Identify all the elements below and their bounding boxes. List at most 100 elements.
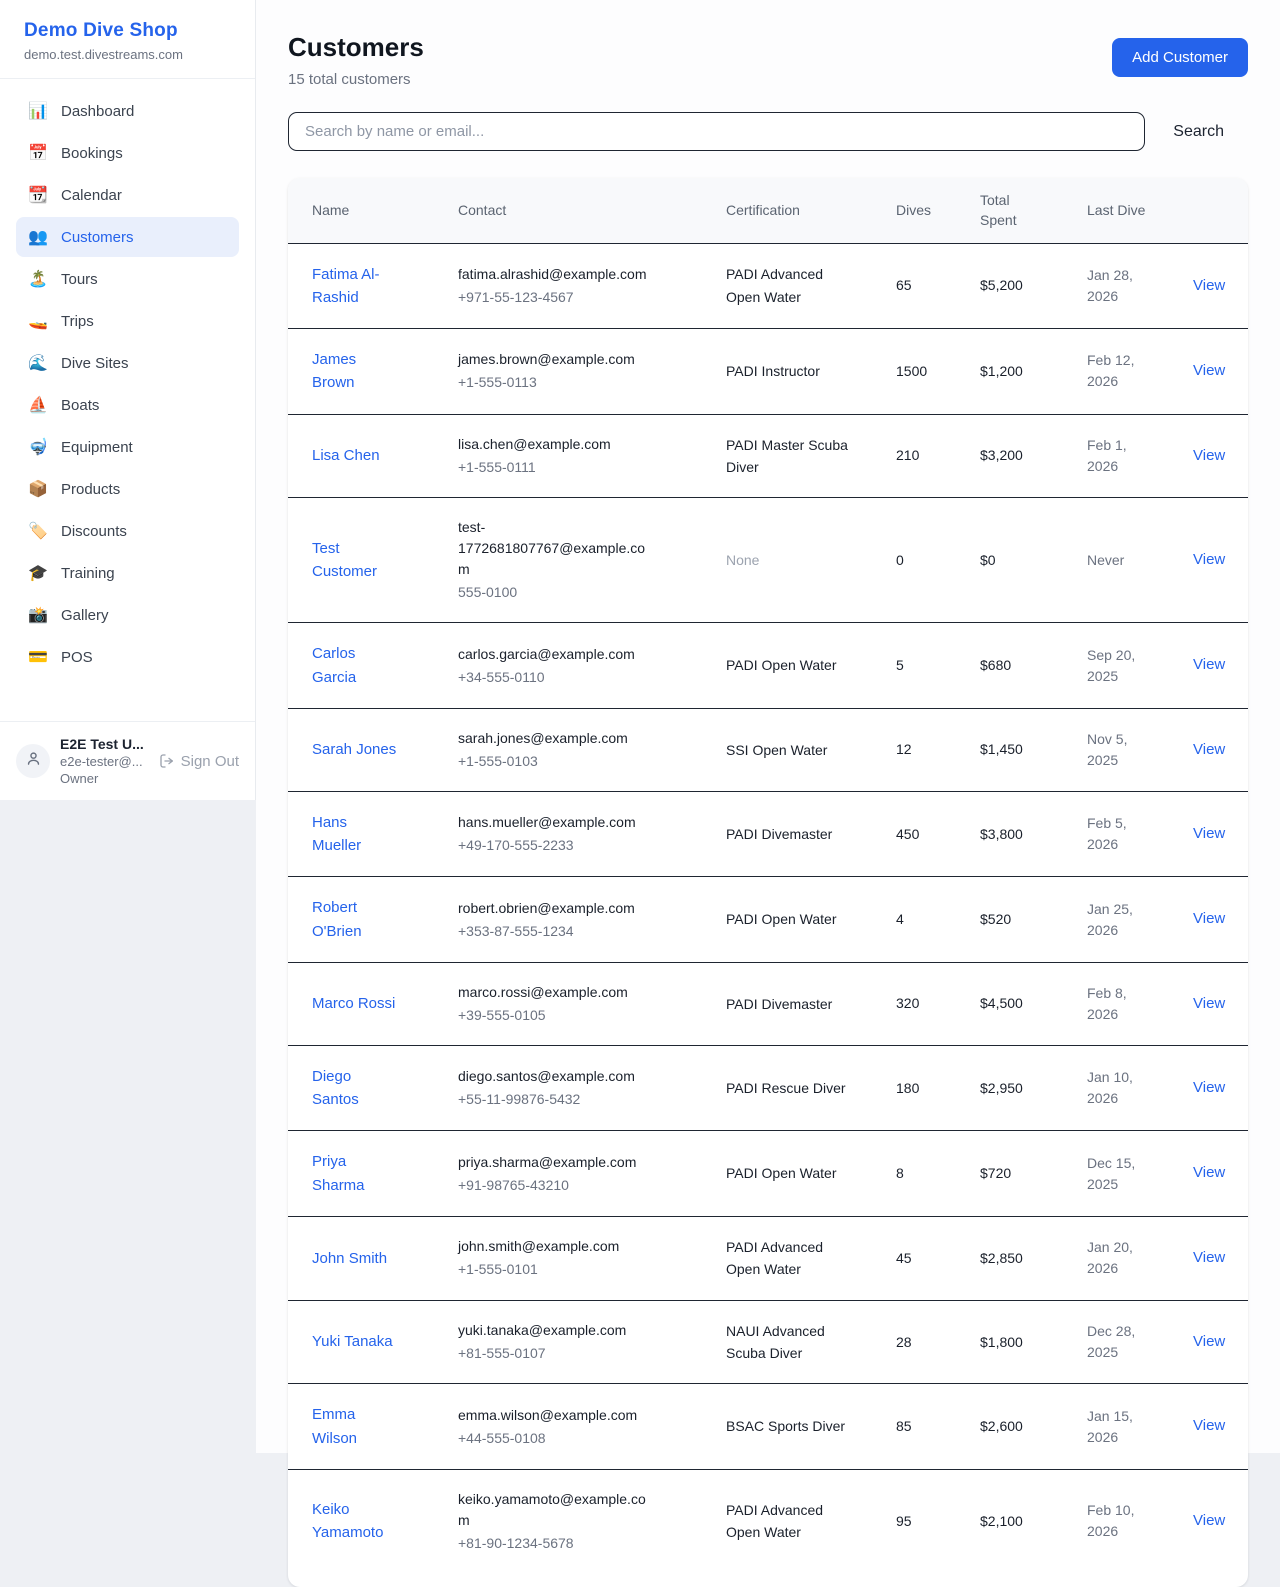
customer-name-link[interactable]: Marco Rossi [312, 992, 395, 1015]
search-button[interactable]: Search [1145, 123, 1248, 141]
customer-phone: 555-0100 [458, 582, 686, 603]
bookings-icon: 📅 [28, 143, 48, 163]
customer-name-link[interactable]: John Smith [312, 1247, 387, 1270]
shop-title[interactable]: Demo Dive Shop [24, 20, 231, 42]
sidebar-item-label: Equipment [61, 439, 133, 456]
customer-phone: +1-555-0101 [458, 1259, 686, 1280]
view-link[interactable]: View [1193, 1079, 1225, 1096]
dive-sites-icon: 🌊 [28, 353, 48, 373]
table-row: Keiko Yamamoto keiko.yamamoto@example.co… [288, 1470, 1248, 1573]
search-input[interactable] [288, 112, 1145, 151]
sidebar-item-label: Dive Sites [61, 355, 129, 372]
column-header-certification: Certification [702, 178, 872, 244]
view-link[interactable]: View [1193, 741, 1225, 758]
customer-name-link[interactable]: Lisa Chen [312, 444, 380, 467]
avatar [16, 744, 50, 778]
view-link[interactable]: View [1193, 1249, 1225, 1266]
view-link[interactable]: View [1193, 1512, 1225, 1529]
sidebar-item-label: Trips [61, 313, 94, 330]
sidebar-item-products[interactable]: 📦 Products [16, 469, 239, 509]
dives-count: 180 [872, 1046, 956, 1132]
last-dive-date: Feb 12, 2026 [1063, 329, 1169, 415]
customer-email: robert.obrien@example.com [458, 898, 654, 919]
last-dive-date: Dec 15, 2025 [1063, 1131, 1169, 1217]
total-spent: $3,200 [956, 415, 1063, 499]
view-link[interactable]: View [1193, 1333, 1225, 1350]
total-spent: $5,200 [956, 244, 1063, 330]
customer-name-link[interactable]: Robert O'Brien [312, 896, 400, 943]
sidebar-item-discounts[interactable]: 🏷️ Discounts [16, 511, 239, 551]
sidebar-item-label: Discounts [61, 523, 127, 540]
sidebar-item-calendar[interactable]: 📆 Calendar [16, 175, 239, 215]
customer-name-link[interactable]: Hans Mueller [312, 811, 400, 858]
dives-count: 0 [872, 498, 956, 623]
customer-phone: +81-90-1234-5678 [458, 1533, 686, 1554]
customer-name-link[interactable]: Emma Wilson [312, 1403, 400, 1450]
column-header-contact: Contact [434, 178, 702, 244]
customer-name-link[interactable]: Priya Sharma [312, 1150, 400, 1197]
customer-name-link[interactable]: Diego Santos [312, 1065, 400, 1112]
customer-count: 15 total customers [288, 71, 424, 88]
view-link[interactable]: View [1193, 1417, 1225, 1434]
total-spent: $2,600 [956, 1384, 1063, 1470]
customer-name-link[interactable]: Test Customer [312, 537, 400, 584]
sign-out-button[interactable]: Sign Out [159, 753, 239, 770]
view-link[interactable]: View [1193, 910, 1225, 927]
customer-email: hans.mueller@example.com [458, 812, 654, 833]
table-header-row: Name Contact Certification Dives Total S… [288, 178, 1248, 244]
sidebar-item-label: Calendar [61, 187, 122, 204]
sidebar-item-customers[interactable]: 👥 Customers [16, 217, 239, 257]
dives-count: 95 [872, 1470, 956, 1573]
certification: PADI Advanced Open Water [726, 263, 856, 308]
view-link[interactable]: View [1193, 825, 1225, 842]
customers-table-card: Name Contact Certification Dives Total S… [288, 178, 1248, 1587]
view-link[interactable]: View [1193, 362, 1225, 379]
last-dive-date: Never [1063, 498, 1169, 623]
view-link[interactable]: View [1193, 995, 1225, 1012]
view-link[interactable]: View [1193, 277, 1225, 294]
trips-icon: 🚤 [28, 311, 48, 331]
page-title: Customers [288, 32, 424, 63]
sidebar-item-training[interactable]: 🎓 Training [16, 553, 239, 593]
boats-icon: ⛵ [28, 395, 48, 415]
certification: None [726, 549, 759, 571]
sidebar-item-trips[interactable]: 🚤 Trips [16, 301, 239, 341]
column-header-last-dive: Last Dive [1063, 178, 1169, 244]
view-link[interactable]: View [1193, 447, 1225, 464]
last-dive-date: Feb 8, 2026 [1063, 963, 1169, 1046]
sidebar-item-pos[interactable]: 💳 POS [16, 637, 239, 677]
total-spent: $1,200 [956, 329, 1063, 415]
certification: PADI Divemaster [726, 823, 832, 845]
customer-email: priya.sharma@example.com [458, 1152, 654, 1173]
customer-name-link[interactable]: Carlos Garcia [312, 642, 400, 689]
customer-name-link[interactable]: Keiko Yamamoto [312, 1498, 400, 1545]
customer-name-link[interactable]: Fatima Al-Rashid [312, 263, 400, 310]
customer-name-link[interactable]: Sarah Jones [312, 738, 396, 761]
dives-count: 65 [872, 244, 956, 330]
certification: PADI Master Scuba Diver [726, 434, 856, 479]
customer-name-link[interactable]: James Brown [312, 348, 400, 395]
sidebar-item-tours[interactable]: 🏝️ Tours [16, 259, 239, 299]
table-row: Robert O'Brien robert.obrien@example.com… [288, 877, 1248, 963]
sidebar-item-label: Bookings [61, 145, 123, 162]
customer-email: marco.rossi@example.com [458, 982, 654, 1003]
user-email: e2e-tester@... [60, 754, 149, 769]
sidebar-item-dive-sites[interactable]: 🌊 Dive Sites [16, 343, 239, 383]
customer-phone: +81-555-0107 [458, 1343, 686, 1364]
certification: PADI Advanced Open Water [726, 1236, 856, 1281]
view-link[interactable]: View [1193, 1164, 1225, 1181]
dives-count: 450 [872, 792, 956, 878]
customer-email: keiko.yamamoto@example.com [458, 1489, 654, 1531]
sidebar-item-equipment[interactable]: 🤿 Equipment [16, 427, 239, 467]
view-link[interactable]: View [1193, 551, 1225, 568]
customer-name-link[interactable]: Yuki Tanaka [312, 1330, 393, 1353]
last-dive-date: Nov 5, 2025 [1063, 709, 1169, 792]
page-header: Customers 15 total customers Add Custome… [288, 32, 1248, 88]
sidebar-item-bookings[interactable]: 📅 Bookings [16, 133, 239, 173]
sidebar-item-boats[interactable]: ⛵ Boats [16, 385, 239, 425]
customer-phone: +34-555-0110 [458, 667, 686, 688]
sidebar-item-dashboard[interactable]: 📊 Dashboard [16, 91, 239, 131]
view-link[interactable]: View [1193, 656, 1225, 673]
sidebar-item-gallery[interactable]: 📸 Gallery [16, 595, 239, 635]
add-customer-button[interactable]: Add Customer [1112, 38, 1248, 77]
